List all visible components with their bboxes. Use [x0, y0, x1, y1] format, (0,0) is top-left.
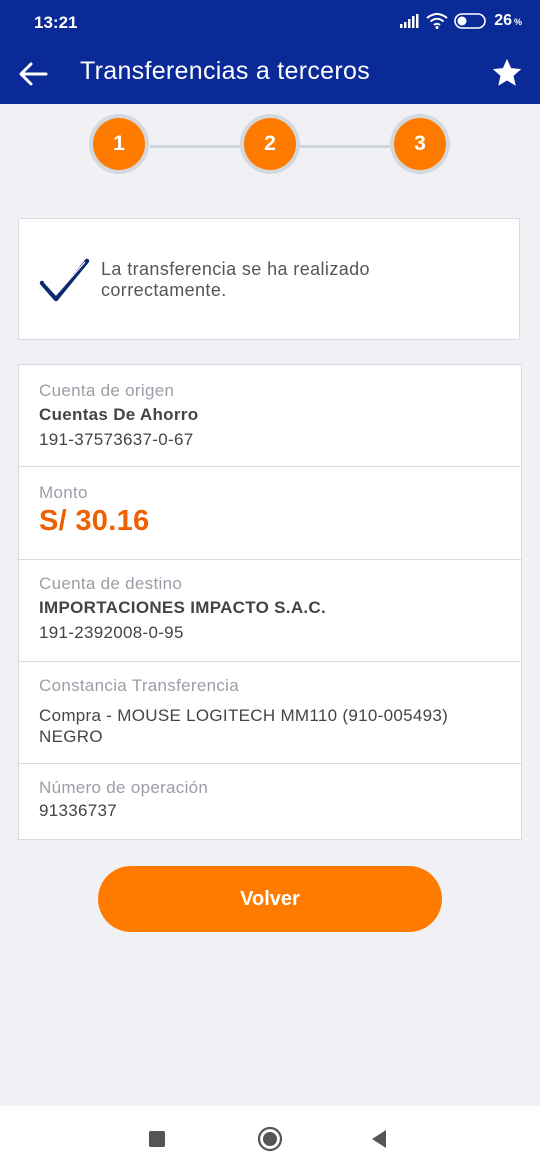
- home-circle-icon: [257, 1126, 283, 1152]
- system-nav-bar: [0, 1106, 540, 1170]
- battery-level: 26%: [494, 12, 522, 29]
- receipt-description: Compra - MOUSE LOGITECH MM110 (910-00549…: [39, 706, 449, 746]
- receipt-row: Constancia Transferencia Compra - MOUSE …: [19, 662, 521, 764]
- signal-icon: [400, 14, 419, 28]
- step-2: 2: [240, 114, 300, 174]
- status-bar: 13:21 26%: [0, 0, 540, 46]
- success-message: La transferencia se ha realizado correct…: [101, 259, 370, 300]
- amount-label: Monto: [39, 483, 88, 502]
- volver-button[interactable]: Volver: [98, 866, 442, 932]
- destination-label: Cuenta de destino: [39, 574, 183, 593]
- step-3: 3: [390, 114, 450, 174]
- favorite-button[interactable]: [490, 56, 524, 90]
- step-number: 3: [394, 118, 446, 170]
- success-card: La transferencia se ha realizado correct…: [18, 218, 520, 340]
- step-number: 1: [93, 118, 145, 170]
- receipt-label: Constancia Transferencia: [39, 676, 239, 695]
- destination-name: IMPORTACIONES IMPACTO S.A.C.: [39, 598, 327, 617]
- home-button[interactable]: [257, 1126, 283, 1152]
- origin-account-type: Cuentas De Ahorro: [39, 405, 199, 424]
- star-icon: [492, 58, 522, 86]
- triangle-back-icon: [372, 1130, 386, 1148]
- arrow-left-icon: [19, 62, 48, 86]
- step-1: 1: [89, 114, 149, 174]
- operation-number-row: Número de operación 91336737: [19, 764, 521, 839]
- destination-account-row: Cuenta de destino IMPORTACIONES IMPACTO …: [19, 560, 521, 662]
- app-header: 13:21 26% Transferencias a terceros: [0, 0, 540, 104]
- step-connector: [300, 145, 390, 148]
- back-button[interactable]: [16, 56, 52, 92]
- transfer-details: Cuenta de origen Cuentas De Ahorro 191-3…: [18, 364, 522, 840]
- destination-account-number: 191-2392008-0-95: [39, 623, 184, 642]
- square-icon: [149, 1131, 165, 1147]
- checkmark-icon: [39, 258, 90, 302]
- status-time: 13:21: [34, 13, 78, 32]
- status-icons: 26%: [400, 12, 522, 30]
- toolbar: Transferencias a terceros: [0, 46, 540, 104]
- wifi-icon: [426, 13, 448, 29]
- back-nav-button[interactable]: [367, 1126, 393, 1152]
- page-title: Transferencias a terceros: [80, 57, 371, 85]
- battery-icon: [454, 13, 486, 29]
- operation-number: 91336737: [39, 801, 118, 820]
- step-number: 2: [244, 118, 296, 170]
- origin-account-row: Cuenta de origen Cuentas De Ahorro 191-3…: [19, 365, 521, 467]
- amount-value: S/ 30.16: [39, 505, 150, 537]
- step-connector: [150, 145, 240, 148]
- progress-stepper: 1 2 3: [0, 114, 540, 178]
- origin-label: Cuenta de origen: [39, 381, 175, 400]
- amount-row: Monto S/ 30.16: [19, 467, 521, 560]
- origin-account-number: 191-37573637-0-67: [39, 430, 194, 449]
- recent-apps-button[interactable]: [144, 1126, 170, 1152]
- operation-label: Número de operación: [39, 778, 209, 797]
